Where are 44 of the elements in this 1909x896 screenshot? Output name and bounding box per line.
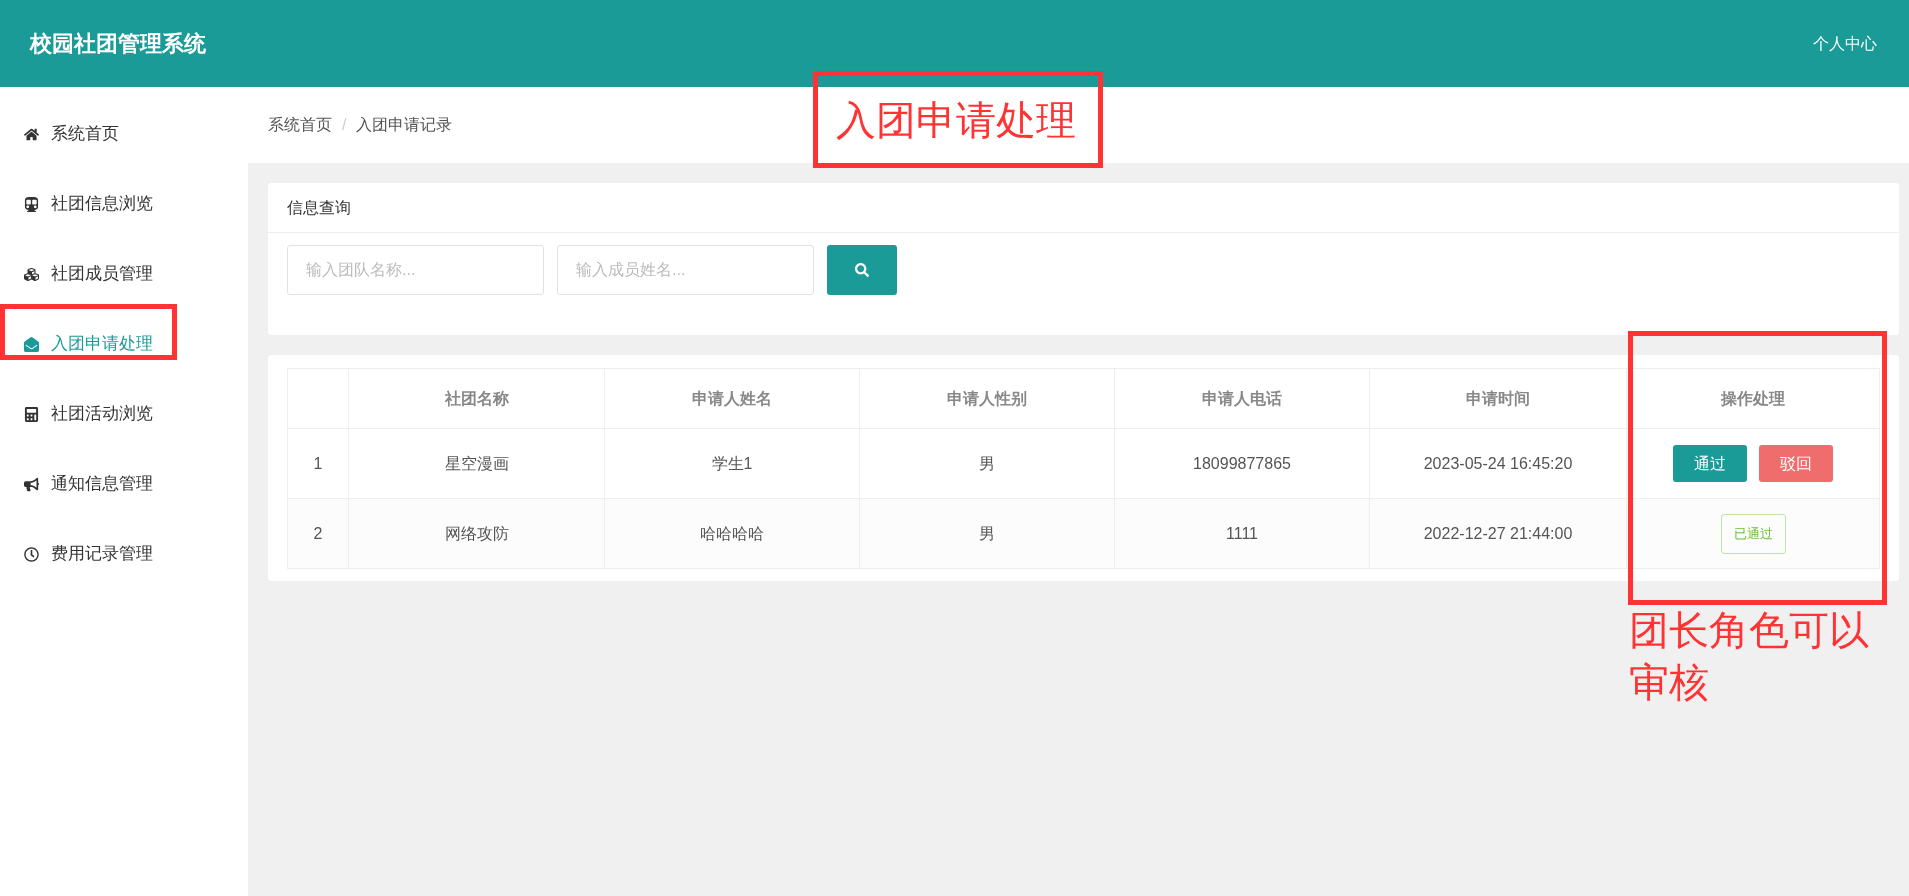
table-cell: 1 (287, 428, 349, 499)
column-header: 社团名称 (348, 368, 605, 429)
table-cell: 星空漫画 (348, 428, 605, 499)
table-cell: 男 (859, 428, 1115, 499)
sidebar-item[interactable]: 通知信息管理 (0, 449, 248, 519)
card-title: 信息查询 (268, 183, 1899, 233)
cubes-icon (24, 266, 39, 282)
breadcrumb-link[interactable]: 系统首页 (268, 113, 332, 137)
table-cell: 2022-12-27 21:44:00 (1369, 498, 1627, 569)
status-tag: 已通过 (1720, 513, 1786, 554)
table-cell: 哈哈哈哈 (604, 498, 860, 569)
annotation-text: 团长角色可以审核 (1629, 607, 1870, 706)
clock-icon (24, 546, 39, 562)
megaphone-icon (24, 476, 39, 492)
table-cell: 男 (859, 498, 1115, 569)
table-cell: 1111 (1114, 498, 1370, 569)
search-button[interactable] (827, 245, 897, 295)
home-icon (24, 126, 39, 142)
search-icon (855, 263, 869, 277)
column-header: 操作处理 (1626, 368, 1880, 429)
column-header: 申请时间 (1369, 368, 1627, 429)
envelope-icon (24, 336, 39, 352)
sidebar-item[interactable]: 社团信息浏览 (0, 169, 248, 239)
column-header: 申请人性别 (859, 368, 1115, 429)
table-cell: 18099877865 (1114, 428, 1370, 499)
app-title: 校园社团管理系统 (30, 30, 206, 58)
table-cell: 学生1 (604, 428, 860, 499)
breadcrumb-separator: / (342, 115, 347, 135)
table-cell: 2023-05-24 16:45:20 (1369, 428, 1627, 499)
sidebar-item[interactable]: 入团申请处理 (0, 309, 248, 379)
search-field[interactable]: 输入团队名称... (287, 245, 544, 295)
breadcrumb-link[interactable]: 入团申请记录 (356, 113, 453, 137)
annotation-text: 入团申请处理 (836, 99, 1076, 140)
sidebar-item[interactable]: 社团成员管理 (0, 239, 248, 309)
column-header: 申请人电话 (1114, 368, 1370, 429)
table-cell: 2 (287, 498, 349, 569)
sidebar-item[interactable]: 社团活动浏览 (0, 379, 248, 449)
train-icon (24, 196, 39, 212)
search-field[interactable]: 输入成员姓名... (557, 245, 814, 295)
table-cell: 网络攻防 (348, 498, 605, 569)
calculator-icon (24, 406, 39, 422)
sidebar-item[interactable]: 系统首页 (0, 99, 248, 169)
column-header: 申请人姓名 (604, 368, 860, 429)
sidebar-item[interactable]: 费用记录管理 (0, 519, 248, 589)
